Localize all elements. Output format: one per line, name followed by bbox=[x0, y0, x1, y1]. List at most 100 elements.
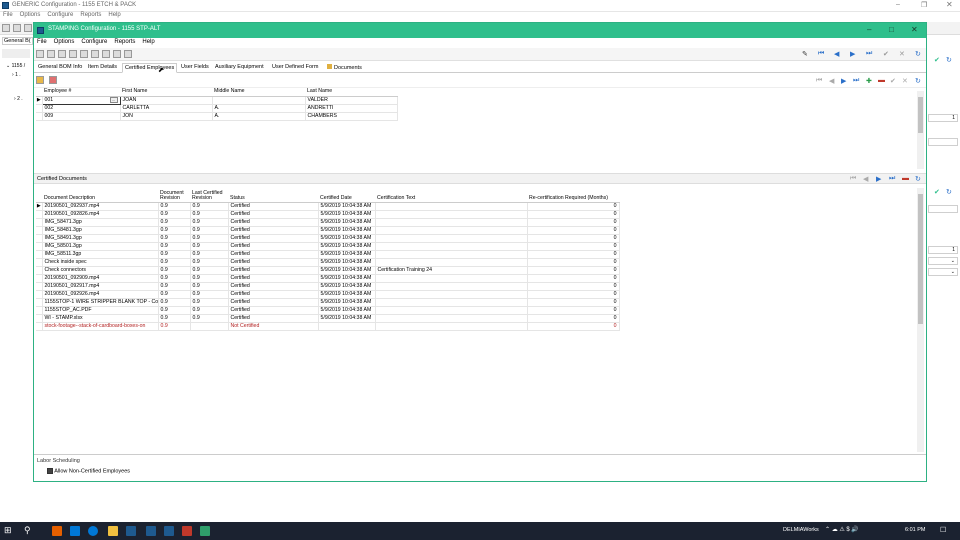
table-cell[interactable] bbox=[375, 290, 528, 299]
table-cell[interactable]: 0 bbox=[527, 242, 620, 251]
table-cell[interactable]: Certified bbox=[228, 290, 319, 299]
maximize-icon[interactable]: □ bbox=[889, 25, 894, 34]
table-cell[interactable]: Not Certified bbox=[228, 322, 319, 331]
table-cell[interactable] bbox=[375, 306, 528, 315]
table-row[interactable]: WI - STAMP.xlsx 0.9 0.9 Certified 5/9/2019 1… bbox=[36, 314, 620, 323]
table-cell[interactable]: CHAMBERS bbox=[305, 112, 398, 121]
next-record-icon[interactable]: ▶ bbox=[850, 50, 855, 58]
table-cell[interactable]: 0 bbox=[527, 226, 620, 235]
table-cell[interactable] bbox=[212, 96, 306, 105]
table-cell[interactable] bbox=[375, 314, 528, 323]
table-cell[interactable]: 0 bbox=[527, 250, 620, 259]
bg-tool-icon[interactable] bbox=[24, 24, 32, 32]
bg-menu-configure[interactable]: Configure bbox=[47, 12, 73, 18]
table-cell[interactable]: 5/9/2019 10:04:38 AM bbox=[318, 314, 376, 323]
table-cell[interactable]: 5/9/2019 10:04:38 AM bbox=[318, 210, 376, 219]
table-row[interactable]: IMG_58501.3gp 0.9 0.9 Certified 5/9/2019 10:… bbox=[36, 242, 620, 251]
table-cell[interactable]: 0 bbox=[527, 234, 620, 243]
checkbox-checked-icon[interactable] bbox=[47, 468, 53, 474]
table-cell[interactable]: 0 bbox=[527, 274, 620, 283]
table-cell[interactable]: 0 bbox=[527, 258, 620, 267]
table-cell[interactable]: 5/9/2019 10:04:38 AM bbox=[318, 218, 376, 227]
table-cell[interactable]: 0.9 bbox=[158, 298, 191, 307]
table-cell[interactable]: stock-footage--stack-of-cardboard-boxes-… bbox=[42, 322, 159, 331]
emp-first-icon[interactable]: ⏮ bbox=[816, 77, 822, 85]
bg-field[interactable] bbox=[928, 138, 958, 146]
email-icon[interactable] bbox=[113, 50, 121, 58]
paste-icon[interactable] bbox=[80, 50, 88, 58]
bg-menu-file[interactable]: File bbox=[3, 12, 13, 18]
bg-refresh-icon[interactable]: ↻ bbox=[946, 56, 952, 64]
doc-delete-icon[interactable]: ▬ bbox=[902, 175, 909, 182]
app-icon[interactable] bbox=[164, 526, 174, 536]
table-row[interactable]: 20190501_092917.mp4 0.9 0.9 Certified 5/9/20… bbox=[36, 282, 620, 291]
bg-field[interactable]: 1 bbox=[928, 246, 958, 254]
table-cell[interactable]: Certified bbox=[228, 210, 319, 219]
table-cell[interactable]: Certified bbox=[228, 202, 319, 211]
table-cell[interactable]: 0 bbox=[527, 290, 620, 299]
table-cell[interactable] bbox=[190, 322, 229, 331]
print-icon[interactable] bbox=[47, 50, 55, 58]
table-cell[interactable] bbox=[375, 226, 528, 235]
search-icon[interactable]: ⚲ bbox=[24, 525, 31, 536]
folder-icon[interactable] bbox=[36, 76, 44, 84]
menu-reports[interactable]: Reports bbox=[114, 38, 135, 45]
table-cell[interactable]: 1155STOP-1 WIRE STRIPPER BLANK TOP - Com bbox=[42, 298, 159, 307]
table-row[interactable]: IMG_58511.3gp 0.9 0.9 Certified 5/9/2019 10:… bbox=[36, 250, 620, 259]
table-cell[interactable]: 0.9 bbox=[158, 290, 191, 299]
table-cell[interactable] bbox=[375, 282, 528, 291]
table-row[interactable]: Check connectors 0.9 0.9 Certified 5/9/2019 … bbox=[36, 266, 620, 275]
table-cell[interactable]: 5/9/2019 10:04:38 AM bbox=[318, 282, 376, 291]
table-cell[interactable]: 0.9 bbox=[158, 274, 191, 283]
table-cell[interactable]: 5/9/2019 10:04:38 AM bbox=[318, 250, 376, 259]
table-row[interactable]: stock-footage--stack-of-cardboard-boxes-… bbox=[36, 322, 620, 331]
col-last-certified-revision[interactable]: Last Certified Revision bbox=[190, 186, 228, 203]
bg-dropdown[interactable]: ⌄ bbox=[928, 268, 958, 276]
bg-tree-item[interactable]: ⌄ 1155 / bbox=[6, 63, 25, 69]
emp-cancel-icon[interactable]: ✕ bbox=[902, 77, 908, 85]
table-cell[interactable]: 20190501_092926.mp4 bbox=[42, 290, 159, 299]
table-row[interactable]: ▶ 20190501_092937.mp4 0.9 0.9 Certified 5/9/2… bbox=[36, 202, 620, 211]
employee-num-cell[interactable]: 001... bbox=[41, 95, 121, 105]
bg-close-icon[interactable]: ✕ bbox=[946, 0, 953, 9]
bg-menu-help[interactable]: Help bbox=[108, 12, 120, 18]
powerpoint-icon[interactable] bbox=[182, 526, 192, 536]
table-cell[interactable]: JON bbox=[120, 112, 213, 121]
tray-icons[interactable]: ⌃ ☁ ⚠ $ 🔊 bbox=[825, 526, 859, 533]
menu-file[interactable]: File bbox=[37, 38, 47, 45]
cut-icon[interactable] bbox=[69, 50, 77, 58]
table-cell[interactable] bbox=[375, 242, 528, 251]
table-cell[interactable]: 0.9 bbox=[190, 234, 229, 243]
table-cell[interactable]: 5/9/2019 10:04:38 AM bbox=[318, 234, 376, 243]
table-cell[interactable]: 0.9 bbox=[158, 242, 191, 251]
bg-check-icon[interactable]: ✔ bbox=[934, 188, 940, 196]
table-cell[interactable]: A. bbox=[212, 112, 306, 121]
ellipsis-button[interactable]: ... bbox=[109, 97, 118, 103]
table-cell[interactable]: Certified bbox=[228, 250, 319, 259]
table-row[interactable]: IMG_58491.3gp 0.9 0.9 Certified 5/9/2019 10:… bbox=[36, 234, 620, 243]
minimize-icon[interactable]: – bbox=[867, 25, 871, 34]
emp-prev-icon[interactable]: ◀ bbox=[829, 77, 834, 85]
attach-icon[interactable] bbox=[102, 50, 110, 58]
cancel-icon[interactable]: ✕ bbox=[899, 50, 905, 58]
table-cell[interactable]: Certified bbox=[228, 306, 319, 315]
doc-first-icon[interactable]: ⏮ bbox=[850, 175, 856, 183]
bg-tool-icon[interactable] bbox=[2, 24, 10, 32]
col-document-description[interactable]: Document Description bbox=[42, 186, 158, 203]
app-icon[interactable] bbox=[146, 526, 156, 536]
screen-icon[interactable] bbox=[124, 50, 132, 58]
table-cell[interactable]: 20190501_092917.mp4 bbox=[42, 282, 159, 291]
table-cell[interactable]: 5/9/2019 10:04:38 AM bbox=[318, 274, 376, 283]
table-cell[interactable]: 0 bbox=[527, 210, 620, 219]
firefox-icon[interactable] bbox=[52, 526, 62, 536]
table-row[interactable]: IMG_58481.3gp 0.9 0.9 Certified 5/9/2019 10:… bbox=[36, 226, 620, 235]
app-icon[interactable] bbox=[200, 526, 210, 536]
binoculars-icon[interactable] bbox=[36, 50, 44, 58]
col-last-name[interactable]: Last Name bbox=[305, 88, 397, 97]
bg-maximize-icon[interactable]: ❐ bbox=[921, 1, 927, 9]
table-row[interactable]: 20190501_092909.mp4 0.9 0.9 Certified 5/9/20… bbox=[36, 274, 620, 283]
table-cell[interactable] bbox=[375, 322, 528, 331]
edge-icon[interactable] bbox=[88, 526, 98, 536]
emp-accept-icon[interactable]: ✔ bbox=[890, 77, 896, 85]
add-icon[interactable]: ✚ bbox=[866, 77, 872, 85]
